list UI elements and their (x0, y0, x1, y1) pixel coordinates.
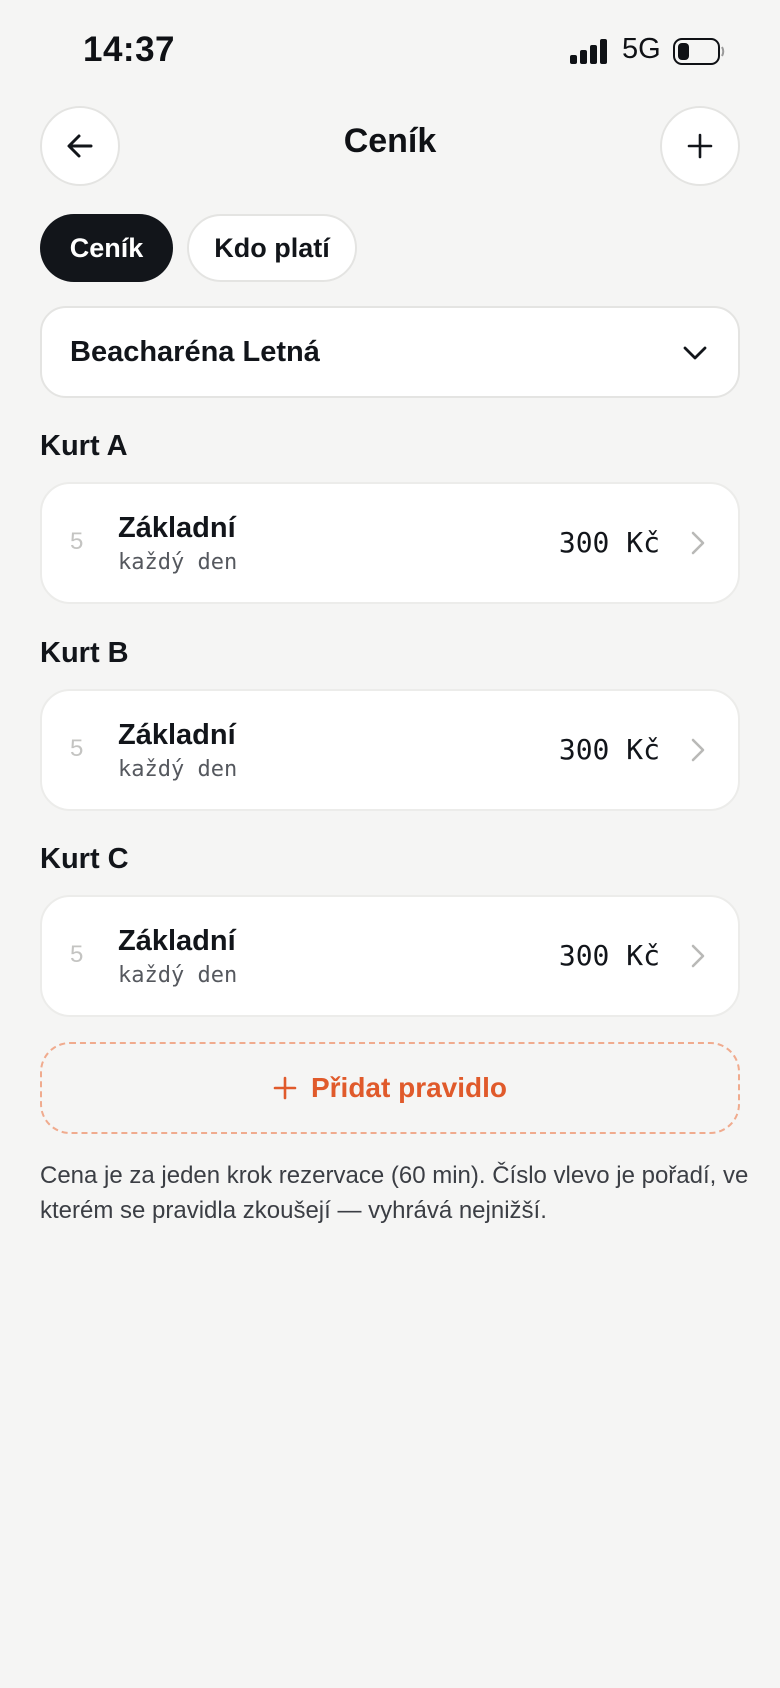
price-rule-card[interactable]: 5 Základní každý den 300 Kč (40, 895, 740, 1017)
pricing-footnote: Cena je za jeden krok rezervace (60 min)… (40, 1162, 749, 1224)
rule-name: Základní (118, 925, 236, 957)
price-rule-card[interactable]: 5 Základní každý den 300 Kč (40, 689, 740, 811)
signal-icon (570, 38, 610, 64)
rule-name: Základní (118, 512, 236, 544)
plus-icon (273, 1076, 297, 1100)
rule-name: Základní (118, 719, 236, 751)
court-heading: Kurt B (40, 637, 129, 669)
rule-price: 300 Kč (558, 526, 660, 559)
venue-select-value: Beacharéna Letná (70, 336, 320, 368)
rule-price: 300 Kč (558, 939, 660, 972)
status-time: 14:37 (83, 30, 176, 69)
chevron-right-icon (691, 944, 705, 968)
tab-pricing[interactable]: Ceník (40, 214, 173, 282)
price-rule-card[interactable]: 5 Základní každý den 300 Kč (40, 482, 740, 604)
add-rule-label: Přidat pravidlo (310, 1072, 508, 1103)
network-label: 5G (622, 33, 661, 65)
add-button[interactable] (660, 106, 740, 186)
rule-days: každý den (118, 550, 238, 575)
status-bar: 14:37 5G (0, 0, 780, 100)
rule-priority: 5 (70, 735, 84, 762)
venue-select[interactable]: Beacharéna Letná (40, 306, 740, 398)
pricing-screen: 14:37 5G Ceník Ceník Kdo platí Beacharén… (0, 0, 780, 1688)
plus-icon (687, 133, 713, 159)
chevron-right-icon (691, 531, 705, 555)
rule-days: každý den (118, 963, 238, 988)
court-heading: Kurt C (40, 843, 129, 875)
chevron-right-icon (691, 738, 705, 762)
chevron-down-icon (683, 346, 707, 360)
rule-days: každý den (118, 757, 238, 782)
court-heading: Kurt A (40, 430, 128, 462)
add-rule-button[interactable]: Přidat pravidlo (40, 1042, 740, 1134)
battery-icon (673, 38, 725, 65)
tab-who-pays[interactable]: Kdo platí (187, 214, 357, 282)
rule-priority: 5 (70, 941, 84, 968)
rule-priority: 5 (70, 528, 84, 555)
rule-price: 300 Kč (558, 733, 660, 766)
